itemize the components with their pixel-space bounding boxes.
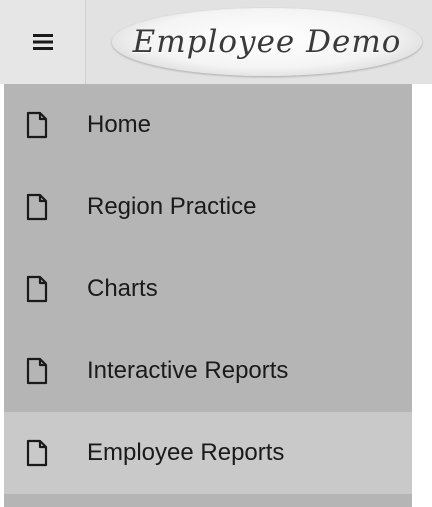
nav-item-region-practice[interactable]: Region Practice — [4, 166, 412, 248]
app-window: Employee Demo Home Region Practice Chart… — [0, 0, 432, 507]
nav-item-label: Region Practice — [87, 193, 257, 220]
nav-item-label: Charts — [87, 275, 158, 302]
page-icon — [26, 111, 48, 139]
nav-item-charts[interactable]: Charts — [4, 248, 412, 330]
nav-item-employee-reports[interactable]: Employee Reports — [4, 412, 412, 494]
page-icon — [26, 275, 48, 303]
nav-item-interactive-reports[interactable]: Interactive Reports — [4, 330, 412, 412]
page-icon — [26, 193, 48, 221]
hamburger-icon — [32, 34, 53, 50]
header-bar: Employee Demo — [0, 0, 432, 84]
nav-item-label: Employee Reports — [87, 439, 285, 466]
app-logo[interactable]: Employee Demo — [112, 8, 422, 76]
menu-toggle-button[interactable] — [0, 0, 86, 84]
page-icon — [26, 357, 48, 385]
nav-item-label: Home — [87, 111, 152, 138]
logo-text: Employee Demo — [132, 24, 402, 60]
nav-bottom-strip — [4, 494, 412, 507]
nav-item-home[interactable]: Home — [4, 84, 412, 166]
nav-item-label: Interactive Reports — [87, 357, 289, 384]
navigation-menu: Home Region Practice Charts Interactive … — [4, 84, 412, 507]
page-icon — [26, 439, 48, 467]
